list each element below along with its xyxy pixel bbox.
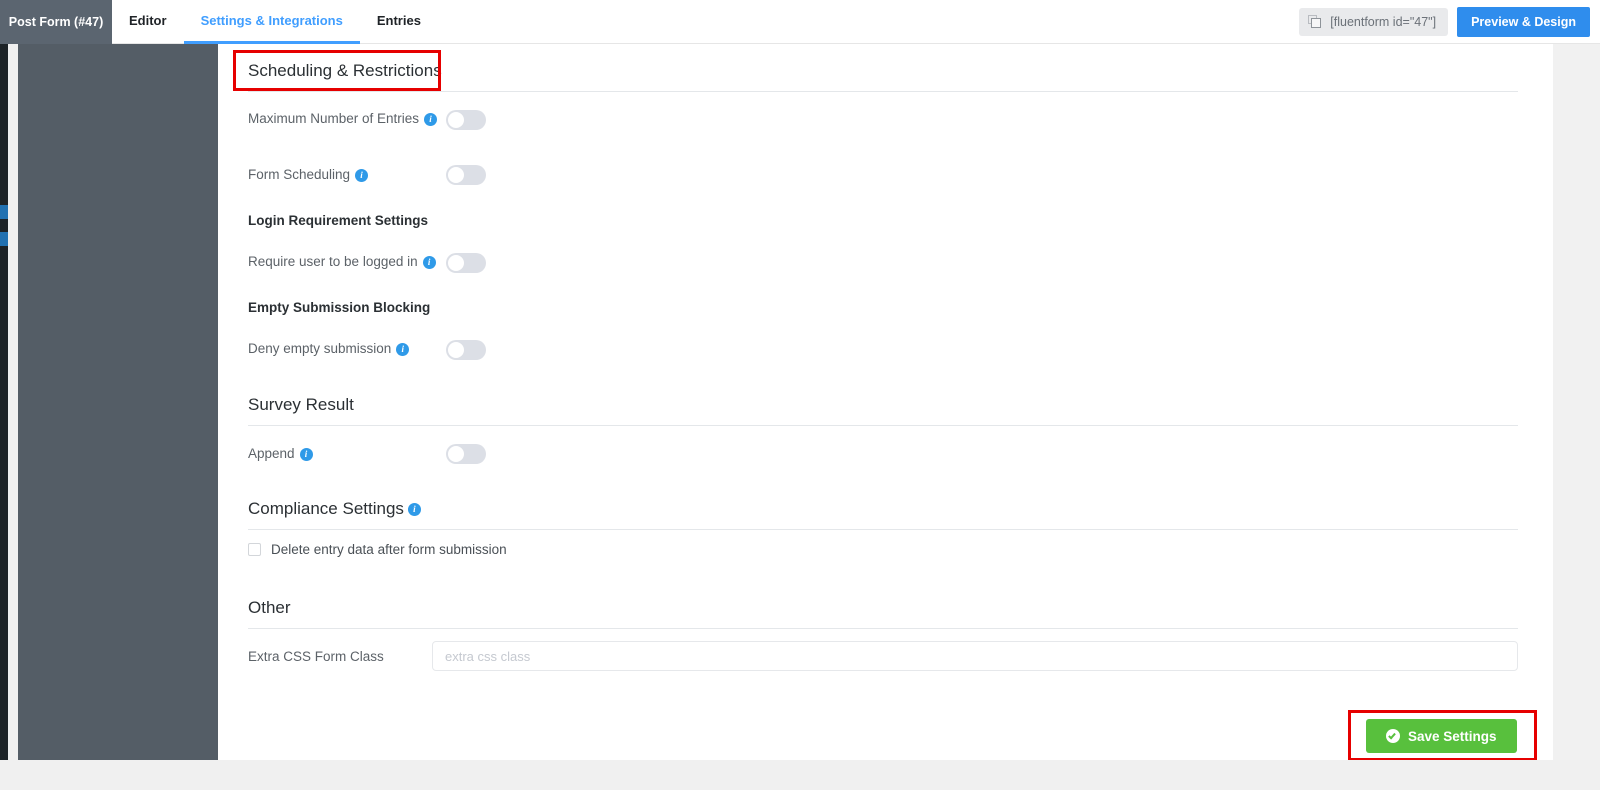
label-deny-empty-submission: Deny empty submission i xyxy=(248,341,410,356)
info-icon[interactable]: i xyxy=(396,343,410,356)
label-text: Form Scheduling xyxy=(248,167,351,182)
subhead-login-requirement-settings: Login Requirement Settings xyxy=(248,213,429,228)
topbar: Post Form (#47) Editor Settings & Integr… xyxy=(0,0,1600,44)
info-icon[interactable]: i xyxy=(299,448,313,461)
wp-admin-edge-strip xyxy=(0,0,8,790)
divider-scheduling xyxy=(248,91,1518,92)
subhead-empty-submission-blocking: Empty Submission Blocking xyxy=(248,300,431,315)
save-settings-label: Save Settings xyxy=(1408,728,1497,744)
primary-nav-tabs: Editor Settings & Integrations Entries xyxy=(112,0,438,44)
divider-other xyxy=(248,628,1518,629)
tab-settings-integrations[interactable]: Settings & Integrations xyxy=(183,0,360,44)
checkbox-delete-entry-data-label: Delete entry data after form submission xyxy=(271,542,507,557)
form-title-label: Post Form (#47) xyxy=(8,15,104,29)
divider-survey-result xyxy=(248,425,1518,426)
divider-compliance xyxy=(248,529,1518,530)
label-text: Require user to be logged in xyxy=(248,254,418,269)
label-maximum-number-of-entries: Maximum Number of Entries i xyxy=(248,111,438,126)
tab-editor-label: Editor xyxy=(129,13,167,28)
form-title-tab[interactable]: Post Form (#47) xyxy=(0,0,112,44)
app-root: Post Form (#47) Editor Settings & Integr… xyxy=(0,0,1600,790)
label-extra-css-form-class: Extra CSS Form Class xyxy=(248,649,384,664)
toggle-require-user-to-be-logged-in[interactable] xyxy=(446,253,486,273)
section-title-other: Other xyxy=(248,598,291,617)
shortcode-copy-pill[interactable]: [fluentform id="47"] xyxy=(1299,8,1449,36)
save-settings-button[interactable]: Save Settings xyxy=(1366,719,1517,753)
info-icon[interactable]: i xyxy=(422,256,436,269)
topbar-actions: [fluentform id="47"] Preview & Design xyxy=(1299,0,1590,44)
tab-entries[interactable]: Entries xyxy=(360,0,438,44)
bottom-gray-strip xyxy=(0,760,1600,790)
section-title-text: Compliance Settings xyxy=(248,499,404,518)
label-text: Append xyxy=(248,446,295,461)
info-icon[interactable]: i xyxy=(355,169,369,182)
wp-admin-menu-marker[interactable] xyxy=(0,232,8,246)
copy-icon xyxy=(1308,15,1322,29)
section-title-survey-result: Survey Result xyxy=(248,395,354,414)
check-circle-icon xyxy=(1386,729,1400,743)
settings-content-inner: Scheduling & Restrictions Maximum Number… xyxy=(218,44,1553,760)
wp-admin-gutter xyxy=(8,34,18,790)
toggle-deny-empty-submission[interactable] xyxy=(446,340,486,360)
label-require-user-to-be-logged-in: Require user to be logged in i xyxy=(248,254,436,269)
label-text: Maximum Number of Entries xyxy=(248,111,420,126)
settings-sidebar-panel[interactable] xyxy=(18,44,218,760)
label-text: Deny empty submission xyxy=(248,341,392,356)
toggle-form-scheduling[interactable] xyxy=(446,165,486,185)
extra-css-form-class-input[interactable] xyxy=(432,641,1518,671)
checkbox-box-icon xyxy=(248,543,261,556)
preview-and-design-button[interactable]: Preview & Design xyxy=(1457,7,1590,37)
section-title-scheduling-restrictions: Scheduling & Restrictions xyxy=(248,61,442,80)
shortcode-text: [fluentform id="47"] xyxy=(1330,15,1437,29)
info-icon[interactable]: i xyxy=(407,503,421,516)
tab-entries-label: Entries xyxy=(376,13,421,28)
info-icon[interactable]: i xyxy=(424,113,438,126)
checkbox-delete-entry-data[interactable]: Delete entry data after form submission xyxy=(248,542,507,557)
toggle-append[interactable] xyxy=(446,444,486,464)
tab-settings-integrations-label: Settings & Integrations xyxy=(200,13,343,28)
tab-editor[interactable]: Editor xyxy=(112,0,184,44)
label-form-scheduling: Form Scheduling i xyxy=(248,167,369,182)
wp-admin-menu-marker[interactable] xyxy=(0,205,8,219)
toggle-maximum-number-of-entries[interactable] xyxy=(446,110,486,130)
label-append: Append i xyxy=(248,446,313,461)
settings-content-panel: Scheduling & Restrictions Maximum Number… xyxy=(218,44,1553,760)
section-title-compliance-settings: Compliance Settings i xyxy=(248,499,421,519)
